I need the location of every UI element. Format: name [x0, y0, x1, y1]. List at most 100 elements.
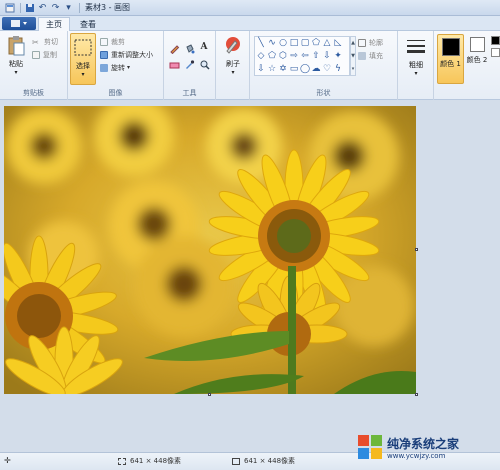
right-triangle-shape-icon[interactable]: ◺ — [333, 38, 343, 48]
image-group: 选择 ▾ 裁剪 重新调整大小 旋转 ▾ 图像 — [68, 31, 164, 100]
curve-shape-icon[interactable]: ∿ — [267, 38, 277, 48]
brushes-group: 刷子 ▾ — [216, 31, 250, 100]
rotate-button[interactable]: 旋转 ▾ — [100, 62, 130, 73]
paste-icon — [8, 36, 25, 56]
pencil-icon[interactable] — [168, 42, 180, 54]
brushes-dropdown-icon[interactable]: ▾ — [231, 69, 234, 76]
rectangle-shape-icon[interactable]: □ — [289, 38, 299, 48]
text-tool-icon[interactable]: A — [198, 41, 210, 53]
rounded-rectangle-shape-icon[interactable]: ▢ — [300, 38, 310, 48]
cut-button[interactable]: ✂ 剪切 — [32, 36, 58, 47]
windows-logo-icon — [358, 435, 382, 459]
clipboard-group: 粘贴 ▾ ✂ 剪切 复制 剪贴板 — [0, 31, 68, 100]
up-arrow-shape-icon[interactable]: ⇧ — [311, 51, 321, 61]
app-icon[interactable] — [4, 2, 15, 13]
undo-icon[interactable]: ↶ — [37, 2, 48, 13]
line-shape-icon[interactable]: ╲ — [256, 38, 266, 48]
select-button[interactable]: 选择 ▾ — [70, 33, 96, 85]
heart-shape-icon[interactable]: ♡ — [322, 64, 332, 74]
hexagon-shape-icon[interactable]: ⬡ — [278, 51, 288, 61]
size-label: 粗细 — [409, 61, 423, 69]
cursor-position: ✛ — [4, 456, 11, 465]
paste-label: 粘贴 — [9, 60, 23, 68]
diamond-shape-icon[interactable]: ◇ — [256, 51, 266, 61]
copy-button[interactable]: 复制 — [32, 49, 57, 60]
rotate-dropdown-icon[interactable]: ▾ — [127, 64, 130, 71]
four-point-star-shape-icon[interactable]: ✦ — [333, 51, 343, 61]
color2-button[interactable]: 颜色 2 — [466, 37, 488, 65]
triangle-shape-icon[interactable]: △ — [322, 38, 332, 48]
lightning-shape-icon[interactable]: ϟ — [333, 64, 343, 74]
canvas-image[interactable] — [4, 106, 416, 394]
color2-swatch — [469, 37, 485, 52]
eraser-icon[interactable] — [168, 58, 180, 70]
select-dropdown-icon[interactable]: ▾ — [81, 71, 84, 78]
palette-white-swatch[interactable] — [491, 48, 500, 57]
watermark-title: 纯净系统之家 — [387, 436, 460, 451]
watermark-url: www.ycwjzy.com — [387, 451, 446, 460]
palette-black-swatch[interactable] — [491, 36, 500, 45]
pentagon-shape-icon[interactable]: ⬠ — [267, 51, 277, 61]
rotate-label: 旋转 — [111, 63, 125, 72]
file-menu-icon — [11, 20, 27, 27]
six-point-star-shape-icon[interactable]: ✡ — [278, 64, 288, 74]
brushes-button[interactable]: 刷子 ▾ — [220, 35, 246, 76]
oval-callout-shape-icon[interactable]: ◯ — [300, 64, 310, 74]
polygon-shape-icon[interactable]: ⬠ — [311, 38, 321, 48]
fill-label: 填充 — [369, 51, 383, 60]
size-dropdown-icon[interactable]: ▾ — [414, 70, 417, 77]
customize-quick-access-icon[interactable]: ▾ — [63, 2, 74, 13]
scissors-icon: ✂ — [32, 37, 39, 47]
resize-label: 重新调整大小 — [111, 50, 153, 59]
copy-icon — [32, 50, 40, 59]
tab-home[interactable]: 主页 — [38, 17, 70, 31]
redo-icon[interactable]: ↷ — [50, 2, 61, 13]
ribbon: 粘贴 ▾ ✂ 剪切 复制 剪贴板 选择 ▾ 裁剪 重新调整大小 旋转 ▾ 图像 … — [0, 31, 500, 100]
rounded-callout-shape-icon[interactable]: ▭ — [289, 64, 299, 74]
resize-handle-right[interactable] — [415, 248, 418, 251]
selection-size: 641 × 448像素 — [118, 456, 181, 466]
separator — [20, 2, 21, 13]
crop-button[interactable]: 裁剪 — [100, 36, 125, 47]
right-arrow-shape-icon[interactable]: ⇨ — [289, 51, 299, 61]
crop-icon — [100, 37, 108, 46]
save-icon[interactable] — [24, 2, 35, 13]
shapes-scroll[interactable]: ▲ ▼ ▾ — [350, 36, 356, 76]
fill-button[interactable]: 填充 — [358, 50, 383, 61]
down-arrow-shape-icon[interactable]: ⇩ — [322, 51, 332, 61]
cloud-callout-shape-icon[interactable]: ☁ — [311, 64, 321, 74]
cut-label: 剪切 — [44, 37, 58, 46]
color1-swatch — [441, 38, 460, 56]
size-button[interactable]: 粗细 ▾ — [402, 36, 430, 77]
shapes-group: ╲ ∿ ○ □ ▢ ⬠ △ ◺ ◇ ⬠ ⬡ ⇨ ⇦ ⇧ ⇩ ✦ ⇩ ☆ ✡ ▭ … — [250, 31, 398, 100]
paste-button[interactable]: 粘贴 ▾ — [4, 35, 28, 76]
tools-group-label: 工具 — [182, 89, 197, 97]
image-size: 641 × 448像素 — [232, 456, 295, 466]
tab-view[interactable]: 查看 — [74, 17, 102, 31]
outline-button[interactable]: 轮廓 — [358, 37, 383, 48]
tools-group: A 工具 — [164, 31, 216, 100]
five-point-star-shape-icon[interactable]: ☆ — [267, 64, 277, 74]
selection-icon — [118, 457, 126, 465]
color1-label: 颜色 1 — [440, 60, 461, 68]
sunflower-photo — [4, 106, 416, 394]
image-size-icon — [232, 457, 240, 465]
left-arrow-shape-icon[interactable]: ⇦ — [300, 51, 310, 61]
brushes-label: 刷子 — [226, 60, 240, 68]
title-bar: ↶ ↷ ▾ 素材3 - 画图 — [0, 0, 500, 16]
resize-handle-bottom[interactable] — [208, 393, 211, 396]
color1-button[interactable]: 颜色 1 — [437, 34, 464, 84]
file-menu-button[interactable] — [2, 17, 36, 30]
resize-button[interactable]: 重新调整大小 — [100, 49, 153, 60]
magnifier-icon[interactable] — [198, 58, 210, 70]
paste-dropdown-icon[interactable]: ▾ — [14, 69, 17, 76]
color-picker-icon[interactable] — [183, 58, 195, 70]
resize-handle-corner[interactable] — [415, 393, 418, 396]
crop-label: 裁剪 — [111, 37, 125, 46]
oval-shape-icon[interactable]: ○ — [278, 38, 288, 48]
fill-bucket-icon[interactable] — [183, 42, 195, 54]
separator — [79, 2, 80, 13]
arrow-shape-icon[interactable]: ⇩ — [256, 64, 266, 74]
fill-icon — [358, 51, 366, 60]
outline-label: 轮廓 — [369, 38, 383, 47]
